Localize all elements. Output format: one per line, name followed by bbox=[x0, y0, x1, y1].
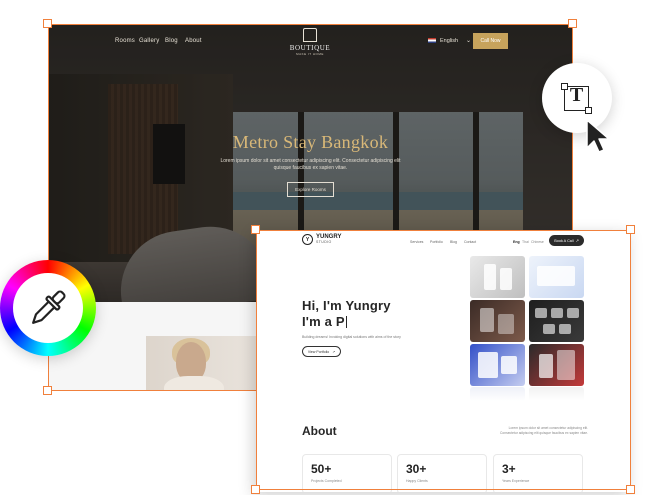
about-heading: About bbox=[302, 424, 337, 438]
lang-thai[interactable]: Thai bbox=[522, 240, 529, 244]
stat-card: 3+ Years Experience bbox=[493, 454, 583, 492]
hero-description: Lorem ipsum dolor sit amet consectetur a… bbox=[220, 158, 401, 171]
chevron-down-icon: ⌄ bbox=[466, 38, 472, 44]
arrow-icon: ↗ bbox=[575, 239, 579, 243]
stat-card: 50+ Projects Completed bbox=[302, 454, 392, 492]
tagline: Building dreams! Invoking digital soluti… bbox=[302, 335, 401, 339]
explore-rooms-button[interactable]: Explore Rooms bbox=[287, 182, 334, 197]
portfolio-thumb-5[interactable] bbox=[470, 344, 525, 386]
resize-handle-bottom-left[interactable] bbox=[251, 485, 260, 494]
stat-card: 30+ Happy Clients bbox=[397, 454, 487, 492]
book-call-button[interactable]: Book A Call ↗ bbox=[549, 235, 584, 246]
portfolio-thumb-6[interactable] bbox=[529, 344, 584, 386]
call-now-button[interactable]: Call Now bbox=[473, 33, 508, 49]
resize-handle-top-right[interactable] bbox=[626, 225, 635, 234]
portfolio-thumb-1[interactable] bbox=[470, 256, 525, 298]
canvas: Rooms Gallery Blog About BOUTIQUE MAKE I… bbox=[0, 0, 660, 495]
resize-handle-bottom-right[interactable] bbox=[626, 485, 635, 494]
nav-blog[interactable]: Blog bbox=[450, 240, 457, 244]
resize-handle-top-left[interactable] bbox=[251, 225, 260, 234]
resize-handle-bottom-left[interactable] bbox=[43, 386, 52, 395]
text-cursor bbox=[345, 316, 347, 328]
nav-rooms[interactable]: Rooms bbox=[115, 38, 135, 44]
hotel-navbar: Rooms Gallery Blog About BOUTIQUE MAKE I… bbox=[48, 24, 573, 64]
language-selector[interactable]: English ⌄ bbox=[428, 37, 471, 44]
portfolio-thumb-4[interactable] bbox=[529, 300, 584, 342]
cursor-arrow-icon bbox=[586, 119, 610, 153]
resize-handle-top-left[interactable] bbox=[43, 19, 52, 28]
portfolio-thumb-7[interactable] bbox=[470, 387, 525, 401]
portfolio-website-mockup[interactable]: Y YUNGRY STUDIO Services Portfolio Blog … bbox=[256, 230, 631, 492]
woman-photo bbox=[146, 336, 256, 391]
arrow-icon: ↗ bbox=[332, 349, 336, 354]
nav-blog[interactable]: Blog bbox=[165, 38, 178, 44]
lang-eng[interactable]: Eng bbox=[513, 240, 520, 244]
hero-title: Metro Stay Bangkok bbox=[232, 132, 389, 152]
nav-gallery[interactable]: Gallery bbox=[139, 38, 159, 44]
portfolio-thumb-2[interactable] bbox=[529, 256, 584, 298]
building-icon bbox=[303, 28, 317, 42]
yungry-mark-icon: Y bbox=[302, 234, 313, 245]
resize-handle-top-right[interactable] bbox=[568, 19, 577, 28]
intro-typing-line[interactable]: I'm a P bbox=[302, 314, 347, 329]
portfolio-thumb-3[interactable] bbox=[470, 300, 525, 342]
hotel-logo[interactable]: BOUTIQUE MAKE IT HOME bbox=[280, 28, 340, 56]
color-picker-icon[interactable] bbox=[0, 260, 96, 356]
nav-portfolio[interactable]: Portfolio bbox=[430, 240, 443, 244]
nav-contact[interactable]: Contact bbox=[464, 240, 476, 244]
uk-flag-icon bbox=[428, 38, 436, 43]
yungry-logo[interactable]: Y YUNGRY STUDIO bbox=[302, 234, 341, 245]
about-text: Lorem ipsum dolor sit amet consectetur a… bbox=[500, 426, 588, 435]
portfolio-thumb-8[interactable] bbox=[529, 387, 584, 401]
eyedropper-icon bbox=[32, 290, 66, 324]
intro-heading: Hi, I'm Yungry bbox=[302, 298, 391, 313]
view-portfolio-button[interactable]: View Portfolio ↗ bbox=[302, 346, 341, 357]
nav-about[interactable]: About bbox=[185, 38, 202, 44]
nav-services[interactable]: Services bbox=[410, 240, 423, 244]
lang-chinese[interactable]: Chinese bbox=[531, 240, 544, 244]
